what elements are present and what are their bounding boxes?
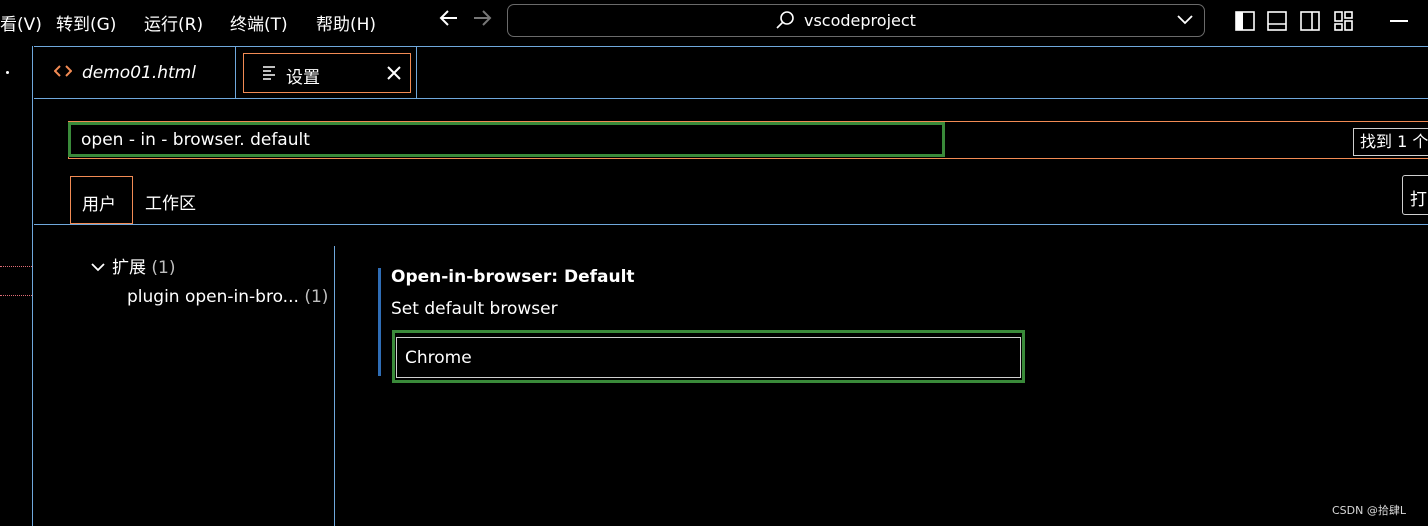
setting-description: Set default browser [391,299,558,319]
tab-demo01-html[interactable]: demo01.html [34,47,236,98]
tab-user-settings[interactable]: 用户 [70,176,133,224]
default-browser-input[interactable] [396,337,1021,378]
dot-icon [6,71,9,74]
open-json-label: 打 [1410,190,1427,210]
setting-title: Open-in-browser: Default [391,267,635,287]
tab-label: 设置 [286,68,320,88]
watermark: CSDN @拾肆L [1332,504,1406,517]
toggle-primary-sidebar-icon[interactable] [1234,10,1256,36]
toc-extensions[interactable]: 扩展 (1) [90,253,176,278]
customize-layout-icon[interactable] [1333,10,1355,36]
modified-indicator [378,268,381,376]
toc-plugin-count: (1) [304,287,329,307]
tab-workspace-settings[interactable]: 工作区 [145,189,196,214]
chevron-down-icon [90,258,106,278]
back-arrow-icon[interactable] [438,7,460,35]
forward-arrow-icon[interactable] [471,7,493,35]
chevron-down-icon[interactable] [1176,12,1194,31]
toc-plugin-item[interactable]: plugin open-in-bro... (1) [127,287,328,307]
tab-label: demo01.html [82,63,196,83]
toc-divider [334,246,335,526]
menu-go[interactable]: 转到(G) [56,10,116,35]
toc-plugin-label: plugin open-in-bro... [127,287,299,307]
settings-search-input[interactable] [68,122,945,157]
settings-lines-icon [262,65,276,85]
command-center-text: vscodeproject [804,11,916,30]
tab-settings[interactable]: 设置 [243,53,411,93]
menu-view[interactable]: 看(V) [0,10,42,35]
menu-help[interactable]: 帮助(H) [316,10,376,35]
toggle-panel-icon[interactable] [1266,10,1288,36]
title-bar: 看(V) 转到(G) 运行(R) 终端(T) 帮助(H) vscodeproje… [0,0,1428,46]
html-code-icon [53,63,73,82]
close-icon[interactable] [386,65,402,85]
minimize-icon[interactable] [1390,20,1408,22]
menu-run[interactable]: 运行(R) [144,10,203,35]
search-icon [775,10,795,34]
command-center[interactable]: vscodeproject [507,4,1205,37]
toggle-secondary-sidebar-icon[interactable] [1299,10,1321,36]
menu-terminal[interactable]: 终端(T) [230,10,288,35]
toc-extensions-label: 扩展 [112,258,146,278]
results-count-badge: 找到 1 个 [1353,128,1428,156]
open-settings-json-button[interactable]: 打 [1402,175,1428,215]
strip-selection [0,266,32,296]
scope-divider [34,224,1428,225]
tab-separator [416,47,417,98]
tab-user-label: 用户 [82,195,116,215]
toc-extensions-count: (1) [151,258,176,278]
